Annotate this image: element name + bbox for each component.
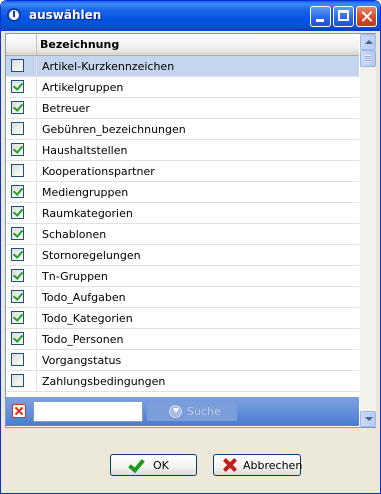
table-row[interactable]: Todo_Aufgaben xyxy=(6,287,359,308)
row-checkbox-cell xyxy=(6,371,37,391)
row-checkbox[interactable] xyxy=(11,101,24,114)
grid-header: Bezeichnung xyxy=(6,34,359,56)
row-checkbox-cell xyxy=(6,182,37,202)
row-checkbox-cell xyxy=(6,140,37,160)
row-checkbox[interactable] xyxy=(11,227,24,240)
search-button[interactable]: Suche xyxy=(147,402,237,421)
row-checkbox-cell xyxy=(6,98,37,118)
table-row[interactable]: Artikel-Kurzkennzeichen xyxy=(6,56,359,77)
table-row[interactable]: Gebühren_bezeichnungen xyxy=(6,119,359,140)
cancel-button-label: Abbrechen xyxy=(243,459,303,472)
minimize-button[interactable] xyxy=(310,6,331,27)
search-bar: Suche xyxy=(6,397,359,426)
row-label: Haushaltstellen xyxy=(42,144,128,157)
row-checkbox-cell xyxy=(6,287,37,307)
row-checkbox[interactable] xyxy=(11,248,24,261)
row-checkbox[interactable] xyxy=(11,311,24,324)
table-row[interactable]: Schablonen xyxy=(6,224,359,245)
row-checkbox[interactable] xyxy=(11,185,24,198)
row-checkbox-cell xyxy=(6,266,37,286)
row-checkbox-cell xyxy=(6,224,37,244)
row-label: Schablonen xyxy=(42,228,107,241)
close-button[interactable] xyxy=(356,6,377,27)
row-checkbox-cell xyxy=(6,161,37,181)
row-checkbox-cell xyxy=(6,56,37,76)
header-check-column[interactable] xyxy=(6,34,37,55)
checkmark-icon xyxy=(127,457,143,473)
row-checkbox-cell xyxy=(6,350,37,370)
row-label: Vorgangstatus xyxy=(42,354,122,367)
scroll-thumb[interactable] xyxy=(360,50,376,67)
ok-button[interactable]: OK xyxy=(110,454,197,476)
row-checkbox[interactable] xyxy=(11,80,24,93)
row-label: Gebühren_bezeichnungen xyxy=(42,123,186,136)
row-checkbox[interactable] xyxy=(11,353,24,366)
row-checkbox[interactable] xyxy=(11,164,24,177)
row-label: Artikel-Kurzkennzeichen xyxy=(42,60,175,73)
row-label: Todo_Kategorien xyxy=(42,312,133,325)
table-row[interactable]: Todo_Kategorien xyxy=(6,308,359,329)
row-checkbox[interactable] xyxy=(11,122,24,135)
search-arrow-icon xyxy=(169,405,182,418)
row-checkbox-cell xyxy=(6,329,37,349)
table-row[interactable]: Mediengruppen xyxy=(6,182,359,203)
search-input[interactable] xyxy=(33,401,143,422)
row-label: Betreuer xyxy=(42,102,90,115)
select-dialog: auswählen Bezeichnung Artikel-Kurzkennze… xyxy=(0,0,381,494)
maximize-button[interactable] xyxy=(333,6,354,27)
row-checkbox-cell xyxy=(6,77,37,97)
row-checkbox[interactable] xyxy=(11,143,24,156)
row-label: Artikelgruppen xyxy=(42,81,124,94)
table-row[interactable]: Betreuer xyxy=(6,98,359,119)
grid-rows: Artikel-Kurzkennzeichen Artikelgruppen Bet… xyxy=(6,56,359,392)
table-row[interactable]: Artikelgruppen xyxy=(6,77,359,98)
row-checkbox-cell xyxy=(6,119,37,139)
scroll-up-button[interactable] xyxy=(360,34,376,50)
row-label: Raumkategorien xyxy=(42,207,133,220)
row-label: Stornoregelungen xyxy=(42,249,141,262)
row-checkbox[interactable] xyxy=(11,269,24,282)
row-checkbox[interactable] xyxy=(11,332,24,345)
row-checkbox[interactable] xyxy=(11,290,24,303)
row-label: Todo_Aufgaben xyxy=(42,291,126,304)
table-row[interactable]: Haushaltstellen xyxy=(6,140,359,161)
row-checkbox[interactable] xyxy=(11,206,24,219)
title-bar[interactable]: auswählen xyxy=(1,1,380,31)
table-row[interactable]: Tn-Gruppen xyxy=(6,266,359,287)
row-checkbox[interactable] xyxy=(11,59,24,72)
window-title: auswählen xyxy=(29,8,102,22)
table-row[interactable]: Vorgangstatus xyxy=(6,350,359,371)
info-icon xyxy=(7,8,21,22)
cross-icon xyxy=(222,457,238,473)
scroll-down-button[interactable] xyxy=(360,411,376,427)
row-checkbox-cell xyxy=(6,308,37,328)
row-checkbox-cell xyxy=(6,203,37,223)
selection-grid: Bezeichnung Artikel-Kurzkennzeichen Artik… xyxy=(5,33,376,428)
row-label: Kooperationspartner xyxy=(42,165,155,178)
table-row[interactable]: Zahlungsbedingungen xyxy=(6,371,359,392)
table-row[interactable]: Todo_Personen xyxy=(6,329,359,350)
row-checkbox-cell xyxy=(6,245,37,265)
row-label: Zahlungsbedingungen xyxy=(42,375,166,388)
row-label: Todo_Personen xyxy=(42,333,124,346)
column-header-bezeichnung[interactable]: Bezeichnung xyxy=(40,38,119,51)
row-label: Tn-Gruppen xyxy=(42,270,108,283)
table-row[interactable]: Raumkategorien xyxy=(6,203,359,224)
row-checkbox[interactable] xyxy=(11,374,24,387)
ok-button-label: OK xyxy=(153,459,169,472)
cancel-button[interactable]: Abbrechen xyxy=(213,454,303,476)
table-row[interactable]: Stornoregelungen xyxy=(6,245,359,266)
search-button-label: Suche xyxy=(187,405,221,418)
table-row[interactable]: Kooperationspartner xyxy=(6,161,359,182)
clear-search-icon[interactable] xyxy=(12,404,26,418)
vertical-scrollbar[interactable] xyxy=(360,34,376,427)
row-label: Mediengruppen xyxy=(42,186,129,199)
